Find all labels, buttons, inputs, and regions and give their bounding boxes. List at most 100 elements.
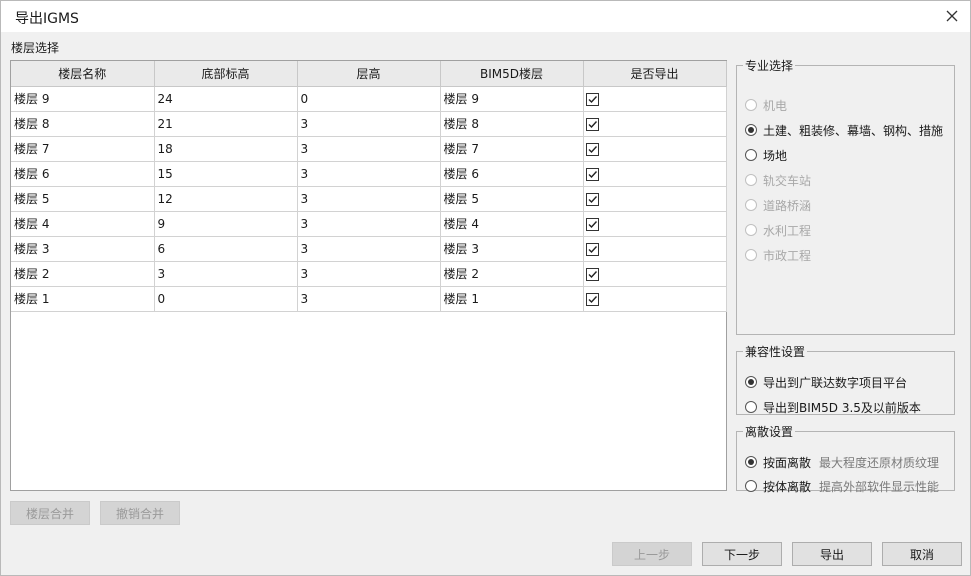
prev-step-button[interactable]: 上一步 — [612, 542, 692, 566]
column-header-floor-height[interactable]: 层高 — [297, 61, 441, 87]
cell-floor-name[interactable]: 楼层 9 — [11, 86, 155, 112]
discipline-option: 水利工程 — [745, 221, 811, 239]
discipline-option: 道路桥涵 — [745, 196, 811, 214]
option-label: 导出到BIM5D 3.5及以前版本 — [763, 400, 921, 415]
export-checkbox[interactable] — [585, 292, 599, 306]
cell-bim5d-floor[interactable]: 楼层 7 — [440, 136, 584, 162]
option-hint: 提高外部软件显示性能 — [819, 479, 940, 494]
merge-floors-button[interactable]: 楼层合并 — [10, 501, 90, 525]
cell-elevation[interactable]: 0 — [154, 286, 298, 312]
cell-floor-height[interactable]: 0 — [297, 86, 441, 112]
next-step-button[interactable]: 下一步 — [702, 542, 782, 566]
close-icon[interactable] — [942, 6, 962, 26]
option-label: 水利工程 — [763, 223, 812, 238]
cell-floor-name[interactable]: 楼层 2 — [11, 261, 155, 287]
cell-export — [583, 111, 727, 137]
export-checkbox[interactable] — [585, 192, 599, 206]
cell-elevation[interactable]: 21 — [154, 111, 298, 137]
table-row[interactable]: 楼层 8 21 3 楼层 8 — [11, 111, 727, 137]
table-header-row: 楼层名称 底部标高 层高 BIM5D楼层 是否导出 — [11, 61, 727, 87]
discipline-option[interactable]: 场地 — [745, 146, 787, 164]
table-row[interactable]: 楼层 1 0 3 楼层 1 — [11, 286, 727, 312]
column-header-floor-name[interactable]: 楼层名称 — [11, 61, 155, 87]
radio-button — [745, 249, 757, 261]
export-checkbox[interactable] — [585, 217, 599, 231]
discrete-option[interactable]: 按体离散 提高外部软件显示性能 — [745, 477, 939, 495]
cell-elevation[interactable]: 3 — [154, 261, 298, 287]
cell-elevation[interactable]: 24 — [154, 86, 298, 112]
radio-button[interactable] — [745, 456, 757, 468]
option-label: 导出到广联达数字项目平台 — [763, 375, 908, 390]
window-title: 导出IGMS — [15, 11, 79, 27]
cell-export — [583, 211, 727, 237]
cell-elevation[interactable]: 18 — [154, 136, 298, 162]
column-header-bim5d-floor[interactable]: BIM5D楼层 — [440, 61, 584, 87]
cell-floor-name[interactable]: 楼层 4 — [11, 211, 155, 237]
cell-floor-name[interactable]: 楼层 3 — [11, 236, 155, 262]
cell-floor-height[interactable]: 3 — [297, 211, 441, 237]
cell-elevation[interactable]: 9 — [154, 211, 298, 237]
cell-export — [583, 136, 727, 162]
cell-elevation[interactable]: 15 — [154, 161, 298, 187]
cell-floor-name[interactable]: 楼层 1 — [11, 286, 155, 312]
cell-floor-name[interactable]: 楼层 8 — [11, 111, 155, 137]
radio-button[interactable] — [745, 124, 757, 136]
column-header-export[interactable]: 是否导出 — [583, 61, 727, 87]
compat-option[interactable]: 导出到广联达数字项目平台 — [745, 373, 907, 391]
cell-floor-name[interactable]: 楼层 6 — [11, 161, 155, 187]
radio-button — [745, 199, 757, 211]
export-button[interactable]: 导出 — [792, 542, 872, 566]
discrete-group: 离散设置 按面离散 最大程度还原材质纹理 按体离散 提高外部软件显示性能 — [736, 423, 955, 494]
cell-bim5d-floor[interactable]: 楼层 5 — [440, 186, 584, 212]
table-row[interactable]: 楼层 6 15 3 楼层 6 — [11, 161, 727, 187]
table-row[interactable]: 楼层 2 3 3 楼层 2 — [11, 261, 727, 287]
compat-option[interactable]: 导出到BIM5D 3.5及以前版本 — [745, 398, 921, 416]
table-row[interactable]: 楼层 5 12 3 楼层 5 — [11, 186, 727, 212]
cell-bim5d-floor[interactable]: 楼层 4 — [440, 211, 584, 237]
radio-button[interactable] — [745, 149, 757, 161]
undo-merge-button[interactable]: 撤销合并 — [100, 501, 180, 525]
cell-bim5d-floor[interactable]: 楼层 6 — [440, 161, 584, 187]
option-label: 市政工程 — [763, 248, 812, 263]
option-label: 道路桥涵 — [763, 198, 812, 213]
cancel-button[interactable]: 取消 — [882, 542, 962, 566]
cell-floor-height[interactable]: 3 — [297, 136, 441, 162]
option-hint: 最大程度还原材质纹理 — [819, 455, 940, 470]
export-checkbox[interactable] — [585, 142, 599, 156]
table-row[interactable]: 楼层 3 6 3 楼层 3 — [11, 236, 727, 262]
cell-bim5d-floor[interactable]: 楼层 1 — [440, 286, 584, 312]
cell-floor-height[interactable]: 3 — [297, 111, 441, 137]
radio-button[interactable] — [745, 376, 757, 388]
cell-floor-name[interactable]: 楼层 5 — [11, 186, 155, 212]
cell-elevation[interactable]: 6 — [154, 236, 298, 262]
radio-button[interactable] — [745, 480, 757, 492]
table-row[interactable]: 楼层 7 18 3 楼层 7 — [11, 136, 727, 162]
radio-button[interactable] — [745, 401, 757, 413]
export-checkbox[interactable] — [585, 117, 599, 131]
cell-elevation[interactable]: 12 — [154, 186, 298, 212]
cell-floor-height[interactable]: 3 — [297, 236, 441, 262]
cell-bim5d-floor[interactable]: 楼层 8 — [440, 111, 584, 137]
cell-bim5d-floor[interactable]: 楼层 9 — [440, 86, 584, 112]
cell-export — [583, 261, 727, 287]
discipline-option[interactable]: 土建、粗装修、幕墙、钢构、措施 — [745, 121, 943, 139]
cell-floor-height[interactable]: 3 — [297, 161, 441, 187]
export-checkbox[interactable] — [585, 92, 599, 106]
export-checkbox[interactable] — [585, 267, 599, 281]
table-row[interactable]: 楼层 4 9 3 楼层 4 — [11, 211, 727, 237]
option-label: 按体离散 — [763, 479, 812, 494]
cell-floor-name[interactable]: 楼层 7 — [11, 136, 155, 162]
compat-group: 兼容性设置 导出到广联达数字项目平台 导出到BIM5D 3.5及以前版本 — [736, 343, 955, 415]
cell-bim5d-floor[interactable]: 楼层 3 — [440, 236, 584, 262]
cell-floor-height[interactable]: 3 — [297, 286, 441, 312]
cell-bim5d-floor[interactable]: 楼层 2 — [440, 261, 584, 287]
export-checkbox[interactable] — [585, 167, 599, 181]
discipline-option: 机电 — [745, 96, 787, 114]
column-header-elevation[interactable]: 底部标高 — [154, 61, 298, 87]
export-checkbox[interactable] — [585, 242, 599, 256]
cell-export — [583, 236, 727, 262]
cell-floor-height[interactable]: 3 — [297, 186, 441, 212]
cell-floor-height[interactable]: 3 — [297, 261, 441, 287]
table-row[interactable]: 楼层 9 24 0 楼层 9 — [11, 86, 727, 112]
discrete-option[interactable]: 按面离散 最大程度还原材质纹理 — [745, 453, 939, 471]
